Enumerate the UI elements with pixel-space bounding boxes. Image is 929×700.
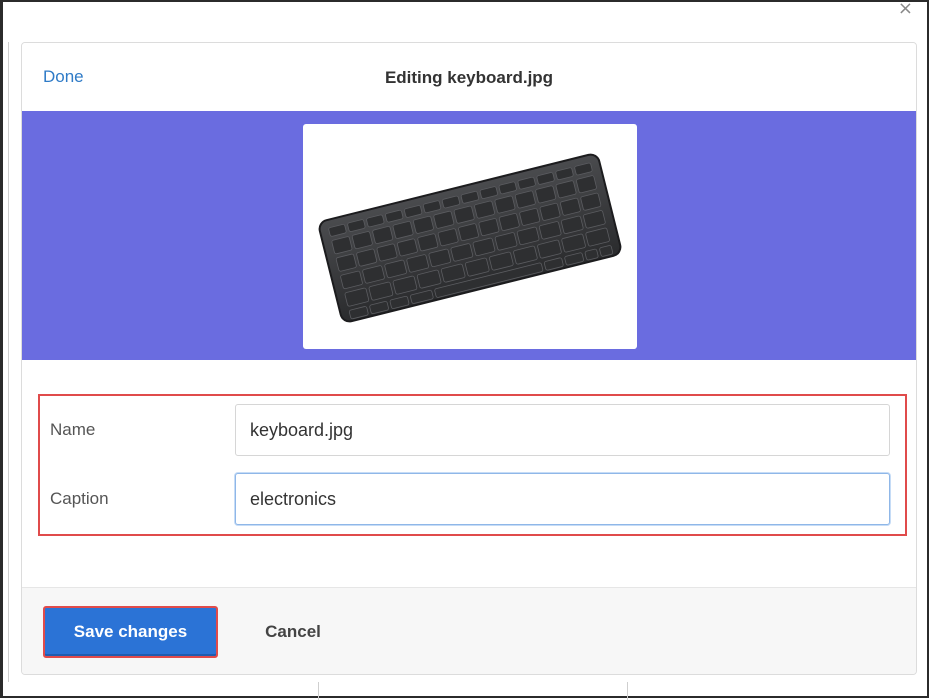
keyboard-image — [318, 153, 622, 323]
edit-image-dialog: Done Editing keyboard.jpg Name keyboard.… — [21, 42, 917, 675]
caption-input[interactable] — [235, 473, 890, 525]
bottom-tick-left — [318, 682, 319, 700]
save-changes-button[interactable]: Save changes — [43, 606, 218, 658]
name-label: Name — [50, 420, 96, 439]
left-divider — [8, 42, 9, 682]
cancel-button[interactable]: Cancel — [238, 606, 348, 658]
image-preview-band — [22, 111, 916, 360]
dialog-title: Editing keyboard.jpg — [384, 68, 554, 87]
window-frame: × Done Editing keyboard.jpg Name keyboar… — [0, 0, 929, 700]
caption-label: Caption — [50, 489, 109, 508]
edit-form: Name Caption — [38, 394, 907, 536]
dialog-header: Done Editing keyboard.jpg — [22, 43, 916, 111]
image-preview — [303, 124, 637, 349]
dialog-footer: Save changes Cancel — [22, 587, 916, 674]
close-icon[interactable]: × — [898, 0, 913, 18]
bottom-tick-right — [627, 682, 628, 700]
name-input[interactable] — [235, 404, 890, 456]
